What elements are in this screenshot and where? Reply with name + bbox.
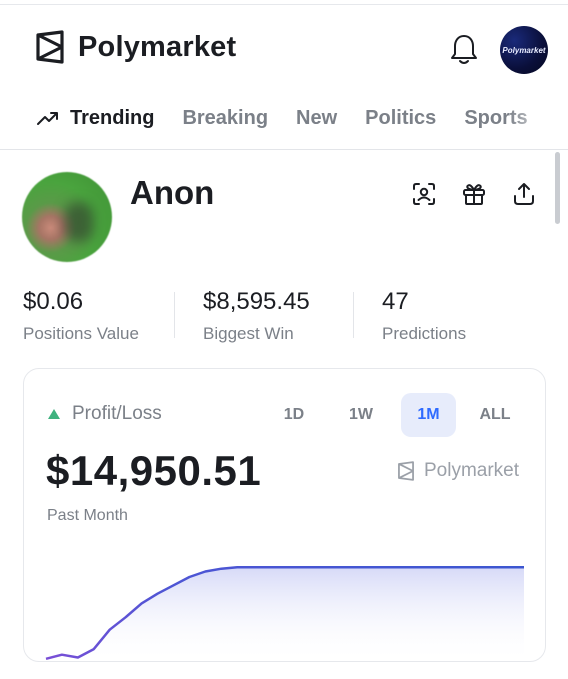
avatar-label: Polymarket (502, 45, 546, 55)
stat-separator (174, 292, 175, 338)
tab-label: Breaking (182, 106, 269, 129)
tab-label: Trending (70, 106, 155, 129)
stat-separator (353, 292, 354, 338)
stat-predictions: 47 Predictions (382, 288, 466, 344)
profile-avatar (22, 172, 112, 262)
profile-name: Anon (130, 174, 215, 211)
share-icon[interactable] (511, 181, 537, 207)
scrollbar[interactable] (555, 152, 560, 224)
tab-politics[interactable]: Politics (365, 107, 436, 130)
tab-label: Politics (365, 106, 437, 129)
polymarket-logo-icon (398, 461, 414, 481)
stat-label: Predictions (382, 324, 467, 343)
stat-positions-value: $0.06 Positions Value (23, 288, 139, 344)
polymarket-logo-icon (36, 30, 64, 64)
range-1w[interactable]: 1W (340, 393, 382, 437)
app-header: Polymarket Polymarket (0, 18, 568, 82)
top-border (0, 4, 568, 5)
brand-name: Polymarket (78, 30, 237, 63)
scan-face-icon[interactable] (411, 181, 437, 207)
pl-label: Profit/Loss (72, 403, 162, 424)
range-all[interactable]: ALL (474, 393, 516, 437)
bell-icon[interactable] (449, 32, 479, 66)
stat-label: Positions Value (23, 324, 139, 343)
tab-breaking[interactable]: Breaking (182, 107, 268, 130)
pl-value: $14,950.51 (46, 447, 262, 494)
stat-value: $8,595.45 (203, 288, 310, 315)
stat-label: Biggest Win (203, 324, 294, 343)
stat-biggest-win: $8,595.45 Biggest Win (203, 288, 310, 344)
tab-label: New (296, 106, 338, 129)
up-triangle-icon (48, 409, 60, 419)
pnl-area (46, 567, 524, 661)
stat-value: $0.06 (23, 288, 84, 315)
tabs-fade (508, 96, 568, 140)
watermark-text: Polymarket (424, 460, 520, 481)
trending-icon (37, 112, 58, 125)
category-tabs: Trending Breaking New Politics Sports (36, 100, 556, 136)
pl-header: Profit/Loss (48, 403, 162, 425)
polymarket-watermark: Polymarket (396, 460, 519, 482)
profit-loss-card: Profit/Loss 1D 1W 1M ALL $14,950.51 Poly… (23, 368, 546, 662)
stat-value: 47 (382, 288, 409, 315)
range-1d[interactable]: 1D (274, 393, 314, 437)
gift-icon[interactable] (461, 181, 487, 207)
tab-trending[interactable]: Trending (36, 107, 154, 130)
pnl-chart (45, 566, 524, 661)
range-1m[interactable]: 1M (401, 393, 456, 437)
header-divider (0, 149, 568, 150)
pl-period: Past Month (47, 507, 128, 524)
tab-new[interactable]: New (296, 107, 337, 130)
brand-logo[interactable]: Polymarket (34, 30, 236, 64)
user-avatar[interactable]: Polymarket (500, 26, 548, 74)
